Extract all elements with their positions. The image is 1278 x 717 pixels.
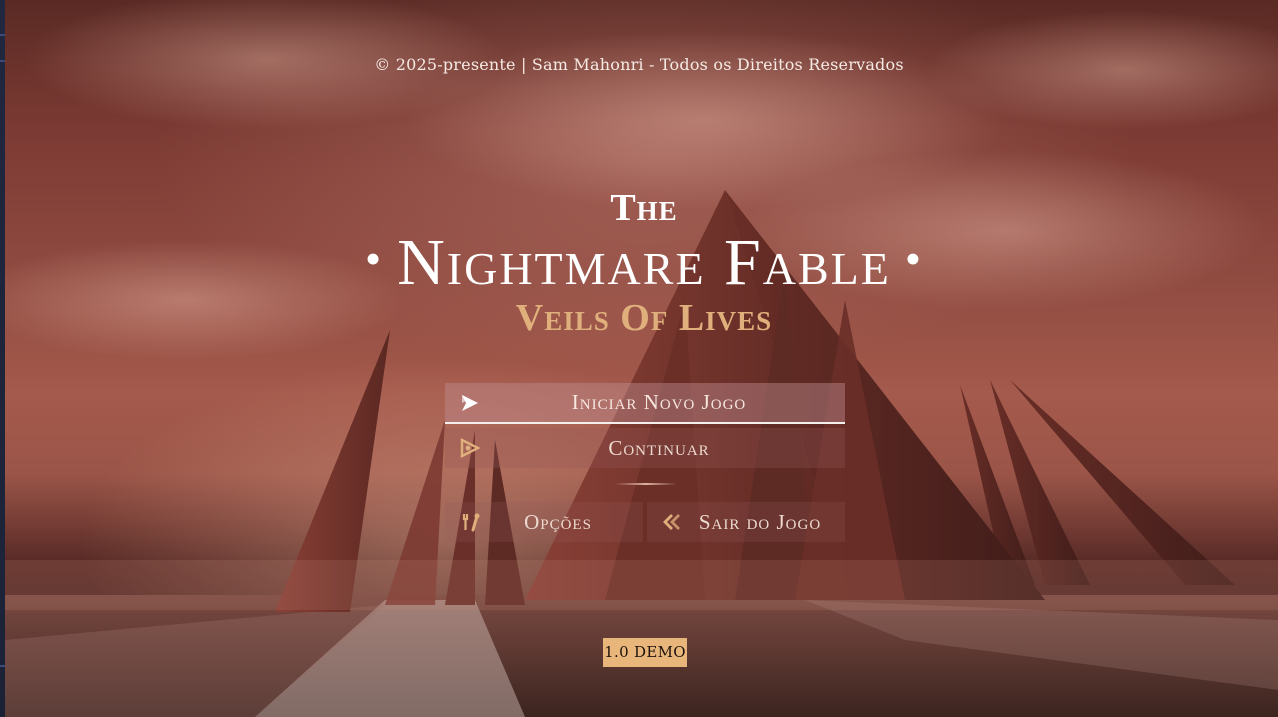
- continue-button[interactable]: Continuar: [445, 428, 845, 468]
- title-main: • Nightmare Fable •: [0, 226, 1278, 296]
- background-art: [5, 0, 1278, 717]
- new-game-label: Iniciar Novo Jogo: [571, 390, 747, 414]
- copyright-notice: © 2025-presente | Sam Mahonri - Todos os…: [374, 55, 904, 74]
- menu-divider: [615, 483, 677, 485]
- version-badge: 1.0 DEMO: [603, 638, 687, 667]
- title-subtitle: Veils Of Lives: [515, 297, 773, 339]
- tools-icon: [459, 511, 481, 533]
- new-game-button[interactable]: Iniciar Novo Jogo: [445, 383, 845, 424]
- game-window: © 2025-presente | Sam Mahonri - Todos os…: [0, 0, 1278, 717]
- double-chevron-left-icon: [661, 511, 683, 533]
- quit-button[interactable]: Sair do Jogo: [647, 502, 845, 542]
- title-bullet-left: •: [365, 233, 384, 284]
- title-prefix: The: [610, 187, 678, 229]
- continue-icon: [459, 437, 481, 459]
- background-scene: [5, 0, 1278, 717]
- continue-label: Continuar: [608, 435, 710, 460]
- game-title: The • Nightmare Fable • Veils Of Lives: [0, 186, 1278, 338]
- play-icon: [459, 392, 481, 414]
- title-bullet-right: •: [904, 233, 923, 284]
- title-main-text: Nightmare Fable: [397, 226, 891, 299]
- options-button[interactable]: Opções: [445, 502, 643, 542]
